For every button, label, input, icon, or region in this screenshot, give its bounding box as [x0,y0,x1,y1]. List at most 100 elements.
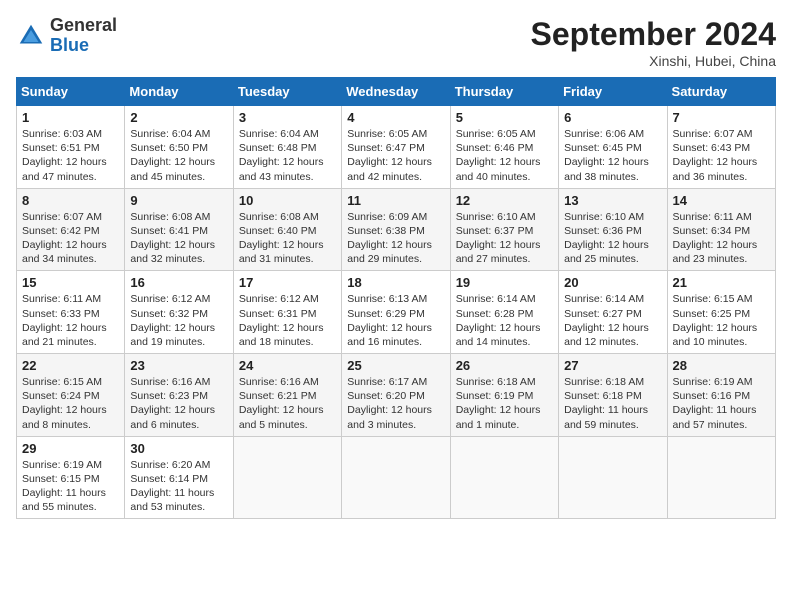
day-info: Sunrise: 6:14 AM Sunset: 6:28 PM Dayligh… [456,292,553,349]
day-info: Sunrise: 6:09 AM Sunset: 6:38 PM Dayligh… [347,210,444,267]
month-title: September 2024 [531,16,776,53]
day-header-thursday: Thursday [450,78,558,106]
day-info: Sunrise: 6:19 AM Sunset: 6:15 PM Dayligh… [22,458,119,515]
day-info: Sunrise: 6:08 AM Sunset: 6:40 PM Dayligh… [239,210,336,267]
day-cell-21: 21 Sunrise: 6:15 AM Sunset: 6:25 PM Dayl… [667,271,775,354]
day-header-sunday: Sunday [17,78,125,106]
day-number: 27 [564,358,661,373]
logo-blue: Blue [50,35,89,55]
day-info: Sunrise: 6:18 AM Sunset: 6:19 PM Dayligh… [456,375,553,432]
day-number: 6 [564,110,661,125]
day-number: 4 [347,110,444,125]
day-number: 1 [22,110,119,125]
day-number: 30 [130,441,227,456]
day-info: Sunrise: 6:19 AM Sunset: 6:16 PM Dayligh… [673,375,770,432]
location: Xinshi, Hubei, China [531,53,776,69]
day-header-friday: Friday [559,78,667,106]
day-headers-row: SundayMondayTuesdayWednesdayThursdayFrid… [17,78,776,106]
day-cell-7: 7 Sunrise: 6:07 AM Sunset: 6:43 PM Dayli… [667,106,775,189]
day-info: Sunrise: 6:11 AM Sunset: 6:34 PM Dayligh… [673,210,770,267]
day-info: Sunrise: 6:07 AM Sunset: 6:43 PM Dayligh… [673,127,770,184]
day-number: 13 [564,193,661,208]
logo-general: General [50,15,117,35]
day-cell-5: 5 Sunrise: 6:05 AM Sunset: 6:46 PM Dayli… [450,106,558,189]
day-number: 19 [456,275,553,290]
day-cell-28: 28 Sunrise: 6:19 AM Sunset: 6:16 PM Dayl… [667,354,775,437]
day-cell-26: 26 Sunrise: 6:18 AM Sunset: 6:19 PM Dayl… [450,354,558,437]
calendar-header: SundayMondayTuesdayWednesdayThursdayFrid… [17,78,776,106]
empty-cell [559,436,667,519]
day-number: 24 [239,358,336,373]
day-cell-3: 3 Sunrise: 6:04 AM Sunset: 6:48 PM Dayli… [233,106,341,189]
day-number: 8 [22,193,119,208]
calendar-table: SundayMondayTuesdayWednesdayThursdayFrid… [16,77,776,519]
calendar-body: 1 Sunrise: 6:03 AM Sunset: 6:51 PM Dayli… [17,106,776,519]
empty-cell [450,436,558,519]
day-info: Sunrise: 6:16 AM Sunset: 6:21 PM Dayligh… [239,375,336,432]
calendar-week-2: 8 Sunrise: 6:07 AM Sunset: 6:42 PM Dayli… [17,188,776,271]
day-cell-22: 22 Sunrise: 6:15 AM Sunset: 6:24 PM Dayl… [17,354,125,437]
calendar-week-5: 29 Sunrise: 6:19 AM Sunset: 6:15 PM Dayl… [17,436,776,519]
day-info: Sunrise: 6:18 AM Sunset: 6:18 PM Dayligh… [564,375,661,432]
day-info: Sunrise: 6:20 AM Sunset: 6:14 PM Dayligh… [130,458,227,515]
day-cell-12: 12 Sunrise: 6:10 AM Sunset: 6:37 PM Dayl… [450,188,558,271]
day-cell-23: 23 Sunrise: 6:16 AM Sunset: 6:23 PM Dayl… [125,354,233,437]
day-cell-11: 11 Sunrise: 6:09 AM Sunset: 6:38 PM Dayl… [342,188,450,271]
day-cell-2: 2 Sunrise: 6:04 AM Sunset: 6:50 PM Dayli… [125,106,233,189]
day-number: 22 [22,358,119,373]
day-info: Sunrise: 6:03 AM Sunset: 6:51 PM Dayligh… [22,127,119,184]
day-cell-13: 13 Sunrise: 6:10 AM Sunset: 6:36 PM Dayl… [559,188,667,271]
page-header: General Blue September 2024 Xinshi, Hube… [16,16,776,69]
day-cell-30: 30 Sunrise: 6:20 AM Sunset: 6:14 PM Dayl… [125,436,233,519]
day-info: Sunrise: 6:11 AM Sunset: 6:33 PM Dayligh… [22,292,119,349]
day-info: Sunrise: 6:15 AM Sunset: 6:25 PM Dayligh… [673,292,770,349]
day-info: Sunrise: 6:12 AM Sunset: 6:31 PM Dayligh… [239,292,336,349]
day-cell-1: 1 Sunrise: 6:03 AM Sunset: 6:51 PM Dayli… [17,106,125,189]
day-info: Sunrise: 6:10 AM Sunset: 6:37 PM Dayligh… [456,210,553,267]
day-cell-29: 29 Sunrise: 6:19 AM Sunset: 6:15 PM Dayl… [17,436,125,519]
empty-cell [667,436,775,519]
logo-text: General Blue [50,16,117,56]
day-number: 16 [130,275,227,290]
day-number: 25 [347,358,444,373]
day-info: Sunrise: 6:12 AM Sunset: 6:32 PM Dayligh… [130,292,227,349]
day-info: Sunrise: 6:05 AM Sunset: 6:46 PM Dayligh… [456,127,553,184]
day-info: Sunrise: 6:08 AM Sunset: 6:41 PM Dayligh… [130,210,227,267]
day-info: Sunrise: 6:14 AM Sunset: 6:27 PM Dayligh… [564,292,661,349]
day-number: 5 [456,110,553,125]
day-info: Sunrise: 6:04 AM Sunset: 6:48 PM Dayligh… [239,127,336,184]
day-number: 15 [22,275,119,290]
day-cell-24: 24 Sunrise: 6:16 AM Sunset: 6:21 PM Dayl… [233,354,341,437]
day-number: 20 [564,275,661,290]
day-header-wednesday: Wednesday [342,78,450,106]
logo: General Blue [16,16,117,56]
day-number: 3 [239,110,336,125]
day-cell-19: 19 Sunrise: 6:14 AM Sunset: 6:28 PM Dayl… [450,271,558,354]
day-cell-6: 6 Sunrise: 6:06 AM Sunset: 6:45 PM Dayli… [559,106,667,189]
day-number: 11 [347,193,444,208]
day-info: Sunrise: 6:06 AM Sunset: 6:45 PM Dayligh… [564,127,661,184]
day-cell-25: 25 Sunrise: 6:17 AM Sunset: 6:20 PM Dayl… [342,354,450,437]
day-number: 17 [239,275,336,290]
day-header-monday: Monday [125,78,233,106]
day-info: Sunrise: 6:17 AM Sunset: 6:20 PM Dayligh… [347,375,444,432]
day-cell-4: 4 Sunrise: 6:05 AM Sunset: 6:47 PM Dayli… [342,106,450,189]
day-info: Sunrise: 6:05 AM Sunset: 6:47 PM Dayligh… [347,127,444,184]
day-number: 12 [456,193,553,208]
empty-cell [233,436,341,519]
day-number: 18 [347,275,444,290]
day-number: 2 [130,110,227,125]
day-cell-18: 18 Sunrise: 6:13 AM Sunset: 6:29 PM Dayl… [342,271,450,354]
day-cell-16: 16 Sunrise: 6:12 AM Sunset: 6:32 PM Dayl… [125,271,233,354]
day-info: Sunrise: 6:13 AM Sunset: 6:29 PM Dayligh… [347,292,444,349]
day-info: Sunrise: 6:10 AM Sunset: 6:36 PM Dayligh… [564,210,661,267]
title-block: September 2024 Xinshi, Hubei, China [531,16,776,69]
day-number: 21 [673,275,770,290]
day-number: 14 [673,193,770,208]
day-info: Sunrise: 6:16 AM Sunset: 6:23 PM Dayligh… [130,375,227,432]
day-info: Sunrise: 6:07 AM Sunset: 6:42 PM Dayligh… [22,210,119,267]
day-info: Sunrise: 6:04 AM Sunset: 6:50 PM Dayligh… [130,127,227,184]
day-cell-8: 8 Sunrise: 6:07 AM Sunset: 6:42 PM Dayli… [17,188,125,271]
day-number: 26 [456,358,553,373]
day-cell-14: 14 Sunrise: 6:11 AM Sunset: 6:34 PM Dayl… [667,188,775,271]
